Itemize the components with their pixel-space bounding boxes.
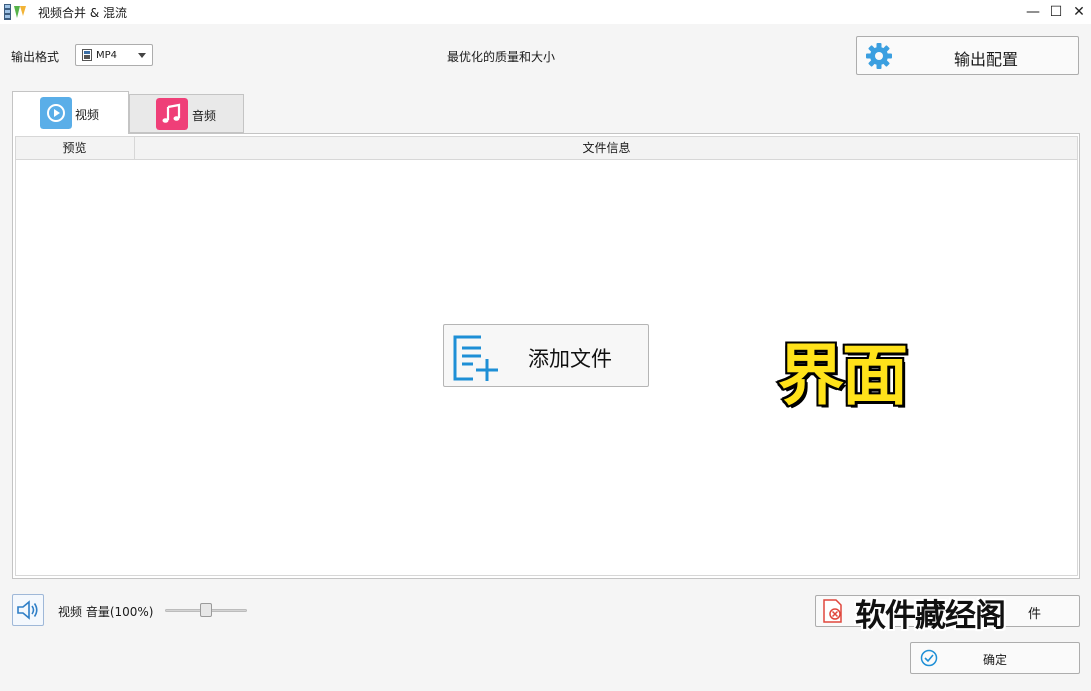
output-format-value: MP4: [96, 49, 118, 61]
volume-label: 视频 音量(100%): [58, 605, 154, 619]
add-file-icon: [453, 335, 498, 381]
overlay-watermark: 软件藏经阁: [855, 598, 1006, 634]
output-format-select[interactable]: MP4: [75, 44, 153, 66]
export-config-label: 输出配置: [954, 50, 1019, 69]
quality-text: 最优化的质量和大小: [447, 50, 556, 64]
play-circle-icon: [40, 97, 72, 129]
gear-icon: [866, 43, 892, 69]
music-note-icon: [156, 98, 188, 130]
close-button[interactable]: ✕: [1066, 0, 1091, 24]
clear-files-label: 件: [1028, 607, 1042, 622]
delete-file-icon: [823, 599, 842, 623]
volume-button[interactable]: [12, 594, 44, 626]
column-header-preview[interactable]: 预览: [15, 136, 135, 160]
add-file-label: 添加文件: [528, 347, 612, 371]
add-file-button[interactable]: 添加文件: [443, 324, 649, 387]
window-title: 视频合并 & 混流: [38, 6, 127, 20]
tab-video[interactable]: 视频: [12, 91, 129, 134]
volume-slider-thumb[interactable]: [200, 603, 212, 617]
title-bar: [0, 0, 1091, 24]
overlay-headline: 界面: [776, 335, 910, 416]
output-format-label: 输出格式: [11, 50, 60, 64]
tab-audio-label: 音频: [192, 109, 217, 123]
file-icon: [82, 49, 92, 61]
column-header-file-info[interactable]: 文件信息: [135, 136, 1078, 160]
ok-button[interactable]: 确定: [910, 642, 1080, 674]
tab-audio[interactable]: 音频: [129, 94, 244, 133]
export-config-button[interactable]: 输出配置: [856, 36, 1079, 75]
ok-label: 确定: [982, 653, 1007, 667]
tab-video-label: 视频: [75, 108, 100, 122]
app-icon: [4, 4, 26, 20]
chevron-down-icon: [138, 53, 146, 58]
speaker-icon: [17, 600, 38, 620]
